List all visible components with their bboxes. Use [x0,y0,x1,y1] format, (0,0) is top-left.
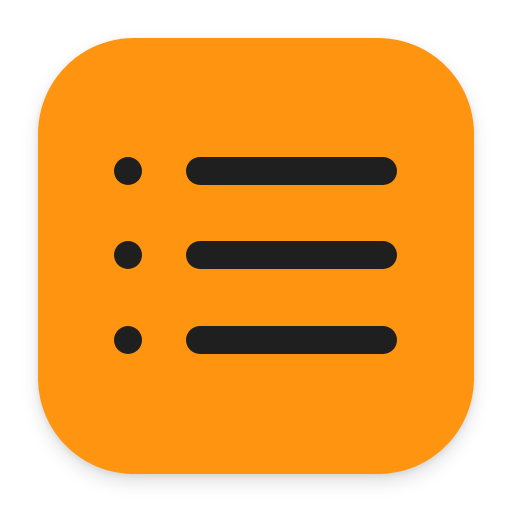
list-app-icon[interactable] [38,38,474,474]
bullet-dot-2 [114,241,142,269]
bullet-dot-1 [114,157,142,185]
list-icon [114,157,397,354]
app-icon-canvas [0,0,512,512]
bullet-dot-3 [114,326,142,354]
